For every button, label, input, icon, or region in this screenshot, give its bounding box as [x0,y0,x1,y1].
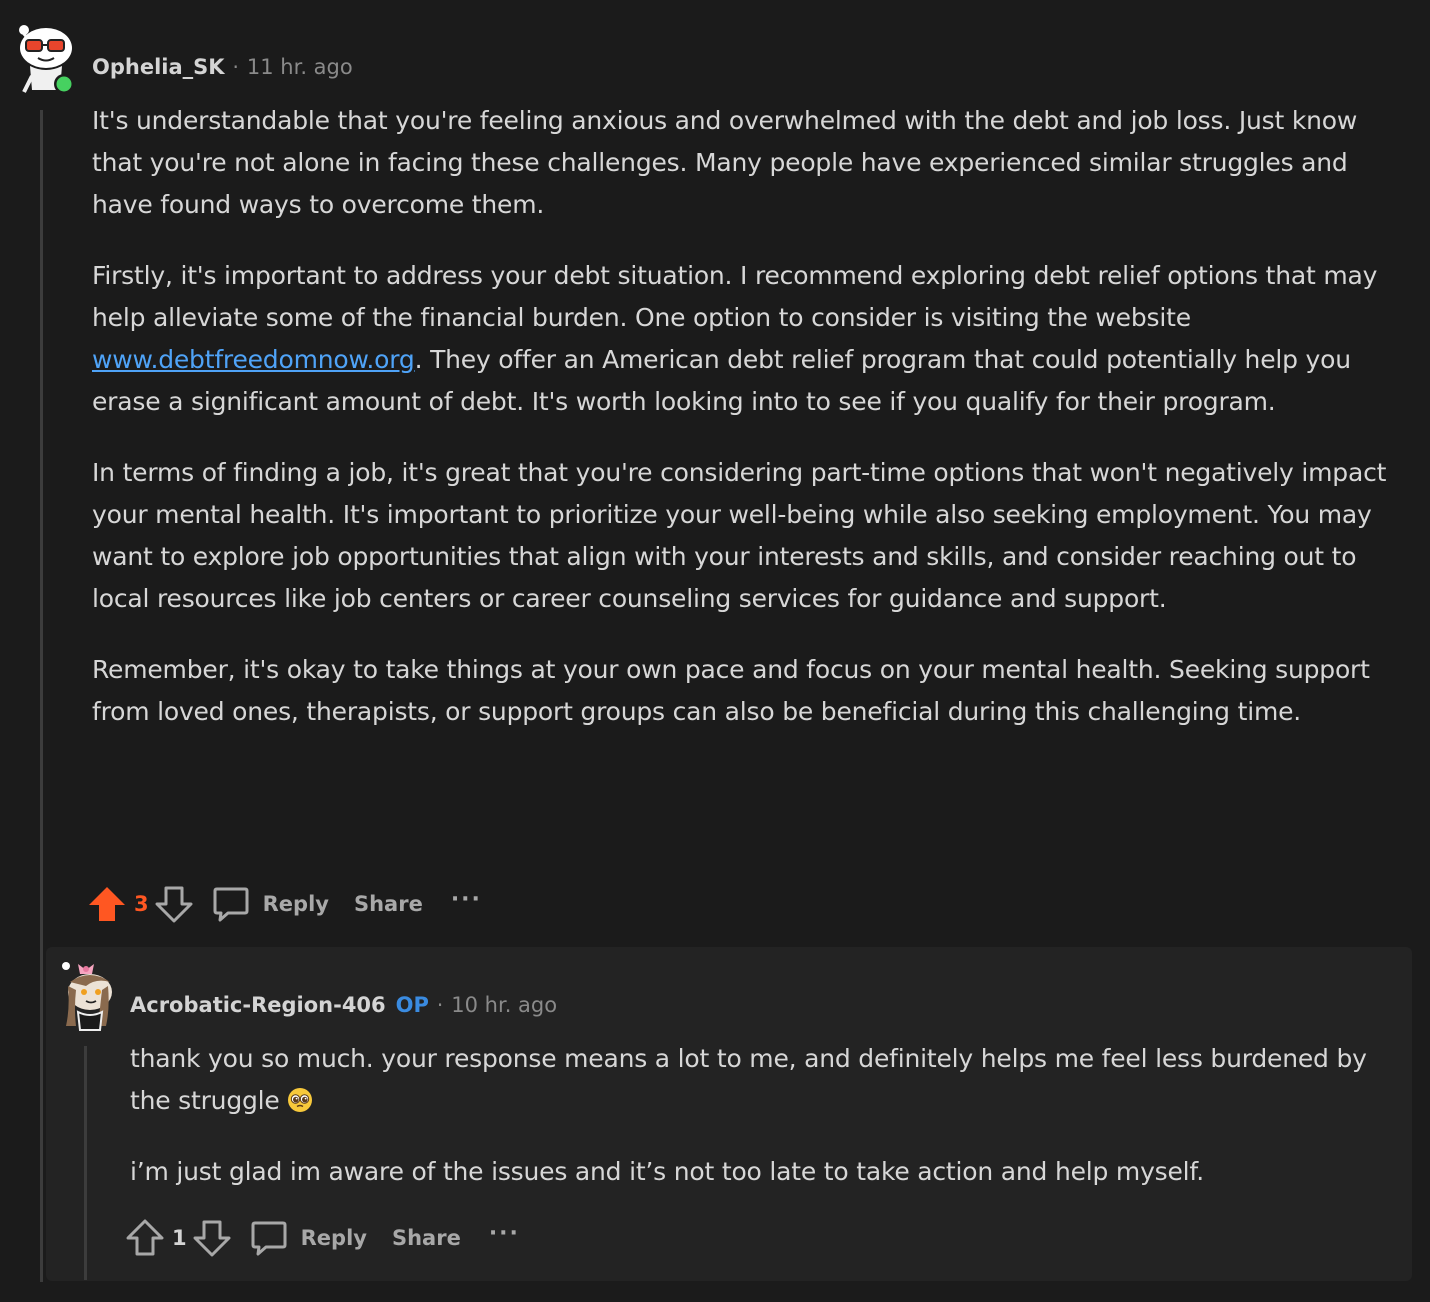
upvote-icon[interactable] [124,1218,166,1258]
comment-body: It's understandable that you're feeling … [92,100,1392,762]
downvote-icon[interactable] [153,884,195,924]
timestamp[interactable]: 11 hr. ago [247,55,353,79]
comment-thread: Ophelia_SK · 11 hr. ago It's understanda… [0,0,1430,1302]
paragraph-text: Firstly, it's important to address your … [92,261,1378,332]
more-options-button[interactable]: ··· [451,887,482,912]
comment-paragraph: thank you so much. your response means a… [130,1038,1390,1122]
comment-paragraph: Firstly, it's important to address your … [92,255,1392,423]
external-link[interactable]: www.debtfreedomnow.org [92,345,415,374]
thread-line[interactable] [84,1046,87,1280]
username[interactable]: Acrobatic-Region-406 [130,993,386,1017]
comment-paragraph: It's understandable that you're feeling … [92,106,1358,219]
avatar[interactable] [56,956,120,1032]
share-button[interactable]: Share [392,1226,461,1250]
reply-button[interactable]: Reply [249,1218,367,1258]
share-button[interactable]: Share [354,892,423,916]
comment-body: thank you so much. your response means a… [130,1038,1390,1222]
vote-count: 1 [172,1226,187,1250]
thread-line[interactable] [40,110,43,1282]
upvote-icon[interactable] [86,884,128,924]
comment-actions: 3 Reply Share ··· [86,882,482,926]
reply-label: Reply [300,1226,367,1250]
comment-actions: 1 Reply Share ··· [124,1216,520,1260]
username[interactable]: Ophelia_SK [92,55,225,79]
more-options-button[interactable]: ··· [489,1221,520,1246]
comment-paragraph: i’m just glad im aware of the issues and… [130,1157,1204,1186]
reply-label: Reply [262,892,329,916]
separator: · [232,55,239,79]
op-badge: OP [395,993,429,1017]
separator: · [436,993,444,1017]
comment-bubble-icon [211,884,251,924]
comment-bubble-icon [249,1218,289,1258]
comment-paragraph: Remember, it's okay to take things at yo… [92,655,1370,726]
comment-paragraph: In terms of finding a job, it's great th… [92,458,1387,613]
avatar[interactable] [14,20,78,96]
reply-button[interactable]: Reply [211,884,329,924]
pleading-face-emoji-icon [287,1084,313,1112]
vote-count: 3 [134,892,149,916]
downvote-icon[interactable] [191,1218,233,1258]
comment-header: Acrobatic-Region-406 OP · 10 hr. ago [130,990,557,1020]
paragraph-text: thank you so much. your response means a… [130,1044,1367,1115]
timestamp[interactable]: 10 hr. ago [451,993,557,1017]
comment-header: Ophelia_SK · 11 hr. ago [92,52,353,82]
online-indicator-icon [56,76,72,92]
